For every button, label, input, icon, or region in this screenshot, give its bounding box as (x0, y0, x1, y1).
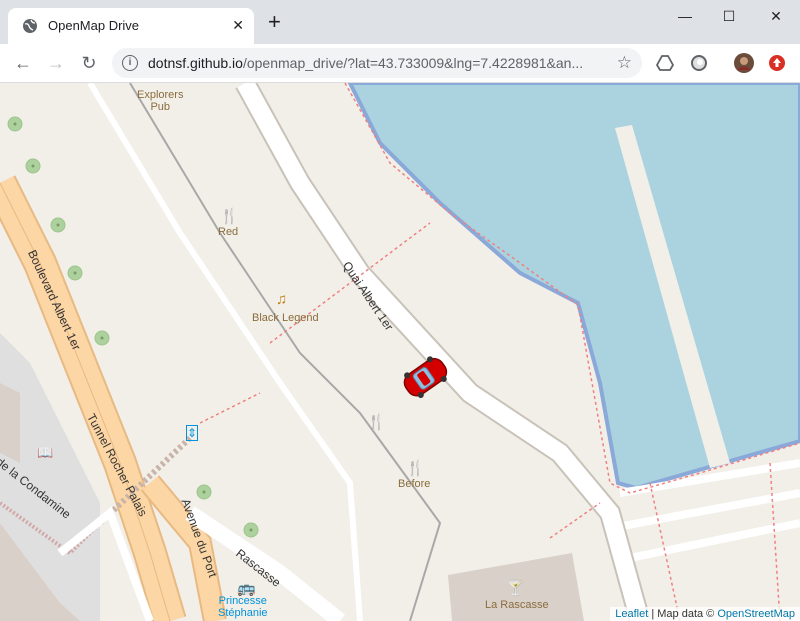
forward-icon[interactable]: → (45, 52, 67, 74)
openstreetmap-link[interactable]: OpenStreetMap (717, 608, 795, 620)
globe-icon (23, 19, 37, 33)
update-icon[interactable] (768, 54, 786, 72)
extension-circle-icon[interactable] (690, 54, 708, 72)
library-icon[interactable]: 📖 (37, 445, 53, 461)
restaurant-icon[interactable]: 🍴 (406, 459, 425, 477)
reload-icon[interactable]: ↻ (78, 52, 100, 74)
close-tab-icon[interactable]: ✕ (232, 17, 244, 34)
poi-princesse-stephanie: Princesse Stéphanie (218, 595, 268, 619)
elevator-icon[interactable]: ⇕ (186, 425, 199, 441)
info-icon[interactable]: i (122, 55, 138, 71)
map-tiles (0, 83, 800, 621)
tab-bar: OpenMap Drive ✕ + — ☐ ✕ (0, 0, 800, 44)
back-icon[interactable]: ← (12, 52, 34, 74)
tab-openmap-drive[interactable]: OpenMap Drive ✕ (8, 8, 254, 44)
map-view[interactable]: Quai Albert 1er Boulevard Albert 1er Tun… (0, 83, 800, 621)
url-host: dotnsf.github.io (148, 55, 243, 71)
tab-title: OpenMap Drive (48, 18, 140, 33)
restaurant-icon[interactable]: 🍴 (220, 207, 239, 225)
poi-explorers-pub: Explorers Pub (137, 89, 184, 113)
restaurant-icon[interactable]: 🍴 (367, 413, 386, 431)
music-icon[interactable]: ♫ (276, 291, 287, 308)
bookmark-star-icon[interactable]: ☆ (617, 53, 632, 73)
poi-red: Red (218, 226, 239, 238)
profile-avatar[interactable] (734, 53, 754, 73)
address-bar[interactable]: i dotnsf.github.io/openmap_drive/?lat=43… (112, 48, 642, 78)
url-path: /openmap_drive/?lat=43.733009&lng=7.4228… (242, 55, 584, 71)
leaflet-link[interactable]: Leaflet (615, 608, 648, 620)
url-text[interactable]: dotnsf.github.io/openmap_drive/?lat=43.7… (148, 55, 583, 71)
maximize-icon[interactable]: ☐ (719, 8, 739, 25)
minimize-icon[interactable]: — (675, 8, 695, 24)
browser-toolbar: ← → ↻ i dotnsf.github.io/openmap_drive/?… (0, 44, 800, 83)
poi-black-legend: Black Legend (252, 312, 319, 324)
close-window-icon[interactable]: ✕ (766, 8, 786, 25)
poi-before: Before (398, 478, 431, 490)
cocktail-icon[interactable]: 🍸 (506, 579, 525, 597)
car-icon[interactable] (398, 353, 454, 403)
poi-la-rascasse: La Rascasse (485, 599, 549, 611)
attribution-separator: | Map data © (648, 608, 718, 620)
map-attribution: Leaflet | Map data © OpenStreetMap (610, 607, 800, 621)
new-tab-button[interactable]: + (268, 11, 281, 33)
drive-icon[interactable] (656, 54, 674, 72)
